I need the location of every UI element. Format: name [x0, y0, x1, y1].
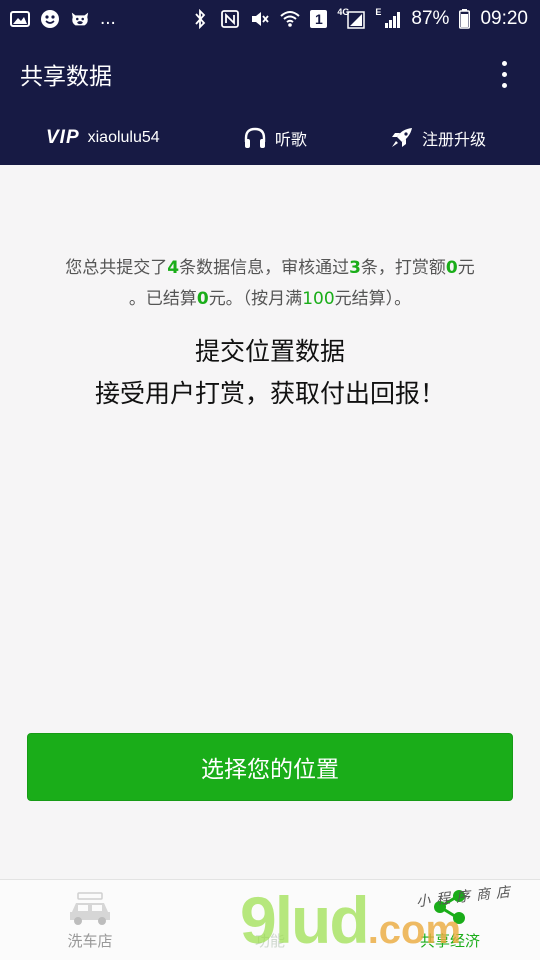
summary-text: 条数据信息，审核通过 [179, 258, 350, 278]
vip-account[interactable]: VIP xiaolulu54 [46, 127, 160, 149]
sim-1-icon: 1 [310, 10, 328, 28]
status-bar: ... 1 4G E 87% 09:20 [0, 0, 540, 38]
headline-line-2: 接受用户打赏，获取付出回报！ [94, 379, 445, 408]
summary-text: 元。（按月满 [208, 289, 303, 309]
page-title: 共享数据 [20, 64, 112, 90]
app-bar: 共享数据 [0, 38, 540, 110]
clock: 09:20 [480, 8, 528, 29]
summary-text: 。已结算 [128, 289, 197, 309]
tab-label: 洗车店 [67, 932, 113, 950]
submitted-count: 4 [167, 258, 180, 278]
bluetooth-icon [190, 9, 210, 29]
settled-amount: 0 [196, 289, 209, 309]
headline-line-1: 提交位置数据 [194, 337, 345, 366]
main-content: 您总共提交了4条数据信息，审核通过3条，打赏额0元 。已结算0元。（按月满100元… [0, 165, 540, 879]
more-vertical-icon[interactable] [492, 54, 516, 94]
register-upgrade-button[interactable]: 注册升级 [390, 126, 486, 150]
emoji-icon [40, 9, 60, 29]
rocket-icon [390, 127, 414, 149]
register-upgrade-label: 注册升级 [421, 129, 486, 149]
headline: 提交位置数据 接受用户打赏，获取付出回报！ [0, 331, 540, 415]
cow-icon [70, 9, 90, 29]
battery-percentage: 87% [411, 8, 450, 29]
choose-location-button[interactable]: 选择您的位置 [27, 733, 513, 801]
listen-music-button[interactable]: 听歌 [243, 126, 307, 150]
mute-icon [250, 9, 270, 29]
nfc-icon [220, 9, 240, 29]
settlement-threshold: 100 [302, 289, 335, 309]
summary-text: 元 [457, 258, 475, 278]
submission-summary: 您总共提交了4条数据信息，审核通过3条，打赏额0元 。已结算0元。（按月满100元… [28, 253, 512, 315]
tab-car-wash[interactable]: 洗车店 [40, 880, 140, 960]
signal-4g-icon: 4G [337, 7, 366, 29]
username: xiaolulu54 [87, 128, 160, 146]
network-e-label: E [375, 7, 382, 17]
headphones-icon [243, 127, 267, 149]
battery-icon [459, 9, 471, 29]
more-notifications-indicator: ... [100, 8, 116, 29]
notification-area: ... [10, 8, 116, 30]
car-wash-icon [66, 892, 114, 926]
summary-text: 您总共提交了 [65, 258, 168, 278]
summary-text: 元结算）。 [334, 289, 412, 309]
system-status: 1 4G E 87% 09:20 [190, 7, 528, 30]
vip-badge: VIP [46, 126, 80, 148]
signal-e-icon: E [375, 7, 401, 29]
approved-count: 3 [349, 258, 361, 278]
wifi-icon [280, 9, 301, 29]
watermark-suffix: .com [367, 908, 462, 952]
listen-music-label: 听歌 [274, 129, 307, 149]
user-bar: VIP xiaolulu54 听歌 注册升级 [0, 110, 540, 165]
image-icon [10, 9, 30, 29]
summary-text: 条，打赏额 [360, 258, 446, 278]
reward-amount: 0 [445, 258, 458, 278]
watermark-text: 9lud [240, 883, 370, 957]
